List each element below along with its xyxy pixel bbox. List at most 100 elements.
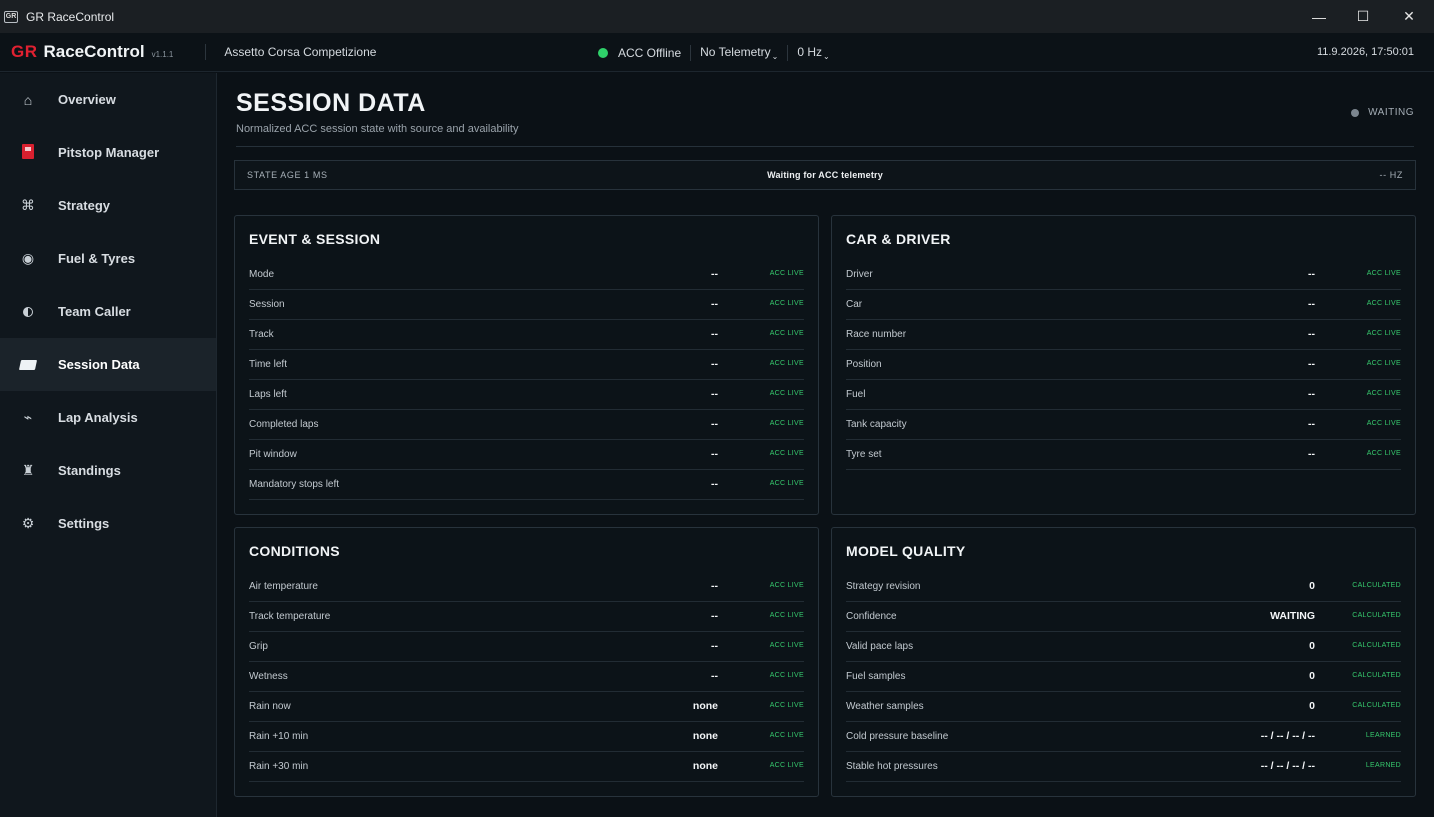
sidebar-item-settings[interactable]: ⚙ Settings [0,497,216,550]
panel-title: MODEL QUALITY [846,543,966,559]
data-row: Fuel -- ACC LIVE [846,380,1401,410]
row-value: 0 [1309,640,1315,652]
source-badge: ACC LIVE [769,420,804,427]
source-badge: ACC LIVE [1366,330,1401,337]
connection-status: ACC Offline [618,45,682,60]
status-text: WAITING [1368,107,1414,118]
source-badge: ACC LIVE [769,390,804,397]
sidebar-item-team-caller[interactable]: Team Caller [0,285,216,338]
row-label: Position [846,359,882,370]
row-label: Confidence [846,611,897,622]
row-label: Rain now [249,701,291,712]
main-content: SESSION DATA Normalized ACC session stat… [218,73,1434,817]
card-icon [18,357,38,373]
row-label: Tank capacity [846,419,907,430]
row-label: Fuel [846,389,866,400]
data-row: Laps left -- ACC LIVE [249,380,804,410]
sidebar-item-label: Session Data [58,357,140,372]
data-row: Rain +10 min none ACC LIVE [249,722,804,752]
window-titlebar: GR GR RaceControl — ☐ ✕ [0,0,1434,33]
sidebar-item-session-data[interactable]: Session Data [0,338,216,391]
panel-rows: Driver -- ACC LIVE Car -- ACC LIVE Race number… [846,260,1401,470]
sidebar-item-fuel-tyres[interactable]: ◉ Fuel & Tyres [0,232,216,285]
data-row: Rain now none ACC LIVE [249,692,804,722]
row-value: none [692,730,718,742]
row-label: Mandatory stops left [249,479,340,490]
sidebar-item-lap-analysis[interactable]: ⌁ Lap Analysis [0,391,216,444]
data-row: Cold pressure baseline -- / -- / -- / -- L… [846,722,1401,752]
data-row: Position -- ACC LIVE [846,350,1401,380]
source-badge: ACC LIVE [769,582,804,589]
trophy-icon: ♜ [21,462,35,478]
row-value: -- [711,418,718,430]
row-value: -- [711,328,718,340]
row-label: Fuel samples [846,671,906,682]
source-badge: ACC LIVE [769,762,804,769]
row-value: none [692,700,718,712]
data-row: Wetness -- ACC LIVE [249,662,804,692]
sidebar-item-label: Fuel & Tyres [58,251,136,266]
row-label: Pit window [249,449,297,460]
row-label: Stable hot pressures [846,761,938,772]
gear-icon: ⚙ [21,515,35,531]
sidebar-item-label: Lap Analysis [58,410,138,425]
row-label: Laps left [249,389,287,400]
data-row: Session -- ACC LIVE [249,290,804,320]
panel-title: EVENT & SESSION [249,231,381,247]
rate-dropdown[interactable]: 0 Hz⌄ [797,45,829,61]
header-divider [205,44,207,60]
data-row: Rain +30 min none ACC LIVE [249,752,804,782]
panel-model-quality: MODEL QUALITY Strategy revision 0 CALCULAT… [831,527,1416,797]
sidebar-item-pitstop-manager[interactable]: Pitstop Manager [0,126,216,179]
row-value: -- [711,448,718,460]
data-row: Track -- ACC LIVE [249,320,804,350]
row-label: Completed laps [249,419,319,430]
panel-conditions: CONDITIONS Air temperature -- ACC LIVE Trac… [234,527,819,797]
row-value: 0 [1309,670,1315,682]
row-value: -- / -- / -- / -- [1260,730,1315,742]
close-button[interactable]: ✕ [1386,0,1432,33]
row-label: Air temperature [249,581,318,592]
data-row: Car -- ACC LIVE [846,290,1401,320]
source-badge: ACC LIVE [769,300,804,307]
sidebar-item-overview[interactable]: ⌂ Overview [0,73,216,126]
sidebar-item-standings[interactable]: ♜ Standings [0,444,216,497]
row-label: Cold pressure baseline [846,731,949,742]
home-icon: ⌂ [23,91,33,108]
row-value: -- [711,478,718,490]
state-message: Waiting for ACC telemetry [767,170,883,180]
data-row: Grip -- ACC LIVE [249,632,804,662]
panel-event-session: EVENT & SESSION Mode -- ACC LIVE Session -- A… [234,215,819,515]
maximize-button[interactable]: ☐ [1340,0,1386,33]
brand-name: RaceControl [43,42,145,61]
row-label: Track temperature [249,611,331,622]
source-badge: CALCULATED [1352,702,1401,709]
status-badge: WAITING [1351,107,1414,118]
rate-value: 0 Hz [797,44,823,59]
data-row: Tank capacity -- ACC LIVE [846,410,1401,440]
data-row: Weather samples 0 CALCULATED [846,692,1401,722]
minimize-button[interactable]: — [1296,0,1342,33]
data-row: Stable hot pressures -- / -- / -- / -- LEA… [846,752,1401,782]
data-row: Pit window -- ACC LIVE [249,440,804,470]
sidebar: ⌂ Overview Pitstop Manager ⌘ Strategy ◉ … [0,73,217,817]
source-badge: ACC LIVE [769,642,804,649]
sidebar-item-strategy[interactable]: ⌘ Strategy [0,179,216,232]
row-value: -- / -- / -- / -- [1260,760,1315,772]
panel-title: CAR & DRIVER [846,231,951,247]
row-value: -- [711,640,718,652]
brand-logo: GR RaceControl v1.1.1 [11,42,173,62]
source-badge: ACC LIVE [769,270,804,277]
sidebar-item-label: Overview [58,92,116,107]
panel-title: CONDITIONS [249,543,340,559]
row-label: Rain +10 min [249,731,309,742]
state-rate: -- HZ [1379,170,1403,180]
panel-rows: Mode -- ACC LIVE Session -- ACC LIVE Track -- AC… [249,260,804,500]
telemetry-dropdown[interactable]: No Telemetry⌄ [700,45,778,61]
source-badge: LEARNED [1365,762,1401,769]
sidebar-item-label: Pitstop Manager [58,145,160,160]
source-badge: ACC LIVE [1366,390,1401,397]
datetime: 11.9.2026, 17:50:01 [1316,46,1414,58]
data-row: Fuel samples 0 CALCULATED [846,662,1401,692]
source-badge: ACC LIVE [769,732,804,739]
